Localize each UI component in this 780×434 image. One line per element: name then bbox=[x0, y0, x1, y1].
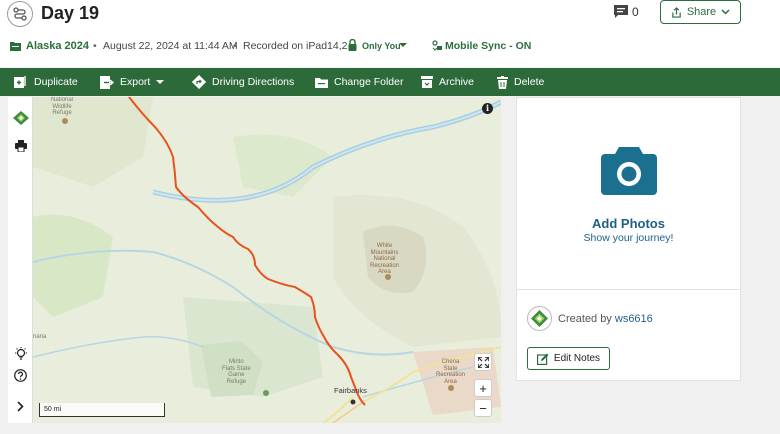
sync-icon bbox=[432, 40, 442, 51]
add-photos-link[interactable]: Add Photos bbox=[517, 216, 740, 231]
action-toolbar: Duplicate Export Driving Directions Chan… bbox=[0, 68, 780, 96]
print-button[interactable] bbox=[12, 137, 29, 154]
export-icon bbox=[100, 75, 114, 89]
zoom-in-button[interactable]: + bbox=[474, 379, 492, 397]
export-button[interactable]: Export bbox=[100, 68, 165, 96]
export-label: Export bbox=[120, 76, 151, 88]
duplicate-button[interactable]: Duplicate bbox=[14, 68, 78, 96]
track-map[interactable]: National Wildlife Refuge White Mountains… bbox=[33, 97, 501, 423]
chevron-right-icon bbox=[17, 401, 24, 412]
track-type-icon bbox=[7, 1, 33, 27]
archive-label: Archive bbox=[439, 76, 475, 88]
printer-icon bbox=[14, 139, 27, 152]
trash-icon bbox=[497, 75, 508, 89]
created-by-label: Created by bbox=[558, 313, 612, 325]
duplicate-icon bbox=[14, 76, 26, 88]
map-layers-button[interactable] bbox=[12, 109, 29, 126]
comment-count: 0 bbox=[632, 5, 639, 19]
change-folder-label: Change Folder bbox=[334, 76, 404, 88]
edit-notes-label: Edit Notes bbox=[553, 353, 601, 364]
fullscreen-button[interactable] bbox=[474, 353, 492, 371]
separator-dot: • bbox=[233, 40, 237, 52]
map-label-minto-flats: Minto Flats State Game Refuge bbox=[222, 359, 251, 385]
track-date: August 22, 2024 at 11:44 AM bbox=[103, 40, 238, 52]
map-info-icon[interactable]: i bbox=[482, 103, 493, 114]
delete-label: Delete bbox=[514, 76, 545, 88]
map-label-nenana: nana bbox=[33, 334, 47, 340]
photos-panel: Add Photos Show your journey! Created by… bbox=[516, 97, 741, 381]
add-photos-subtitle: Show your journey! bbox=[583, 232, 674, 244]
share-label: Share bbox=[686, 6, 717, 18]
share-icon bbox=[672, 6, 681, 18]
map-label-fairbanks: Fairbanks bbox=[334, 386, 367, 395]
folder-icon bbox=[315, 77, 328, 88]
help-icon bbox=[14, 369, 27, 382]
map-label-white-mountains: White Mountains National Recreation Area bbox=[370, 243, 400, 276]
camera-icon[interactable] bbox=[601, 147, 657, 195]
comment-icon[interactable] bbox=[613, 4, 629, 19]
map-scale-bar: 50 mi bbox=[39, 403, 165, 417]
panel-divider bbox=[517, 289, 740, 290]
recorded-device: Recorded on iPad14,2 bbox=[243, 40, 348, 52]
layers-icon bbox=[12, 110, 29, 125]
expand-rail-button[interactable] bbox=[12, 398, 29, 415]
track-meta-row: Alaska 2024 • August 22, 2024 at 11:44 A… bbox=[0, 31, 780, 67]
edit-notes-button[interactable]: Edit Notes bbox=[527, 347, 610, 370]
caret-down-icon[interactable] bbox=[399, 40, 407, 50]
zoom-out-button[interactable]: − bbox=[474, 399, 492, 417]
duplicate-label: Duplicate bbox=[34, 76, 78, 88]
share-button[interactable]: Share bbox=[660, 0, 741, 24]
lightbulb-icon bbox=[14, 346, 27, 360]
chevron-down-icon bbox=[721, 9, 730, 15]
avatar[interactable] bbox=[527, 306, 552, 331]
archive-button[interactable]: Archive bbox=[421, 68, 474, 96]
folder-icon bbox=[10, 42, 21, 51]
page-title: Day 19 bbox=[41, 3, 100, 23]
delete-button[interactable]: Delete bbox=[497, 68, 544, 96]
archive-icon bbox=[421, 76, 433, 88]
help-button[interactable] bbox=[12, 367, 29, 384]
directions-icon bbox=[192, 75, 206, 89]
edit-icon bbox=[536, 353, 549, 365]
map-tool-rail bbox=[8, 97, 33, 423]
fullscreen-icon bbox=[477, 356, 489, 368]
page-header: Day 19 0 Share bbox=[0, 0, 780, 31]
privacy-dropdown[interactable]: Only You bbox=[362, 41, 401, 51]
username-link[interactable]: ws6616 bbox=[615, 313, 653, 325]
user-avatar-icon bbox=[531, 310, 548, 327]
change-folder-button[interactable]: Change Folder bbox=[315, 68, 403, 96]
separator-dot: • bbox=[93, 40, 97, 52]
map-basemap bbox=[33, 97, 501, 423]
driving-directions-button[interactable]: Driving Directions bbox=[192, 68, 294, 96]
caret-down-icon bbox=[156, 80, 165, 84]
lock-icon bbox=[348, 39, 357, 51]
map-label-chena: Chena State Recreation Area bbox=[436, 359, 466, 385]
driving-directions-label: Driving Directions bbox=[212, 76, 295, 88]
map-label-wildlife-refuge: National Wildlife Refuge bbox=[51, 97, 74, 117]
folder-link[interactable]: Alaska 2024 bbox=[26, 40, 89, 52]
tips-button[interactable] bbox=[12, 345, 29, 362]
mobile-sync-status: Mobile Sync - ON bbox=[445, 40, 532, 52]
created-by-line: Created by ws6616 bbox=[558, 313, 653, 325]
